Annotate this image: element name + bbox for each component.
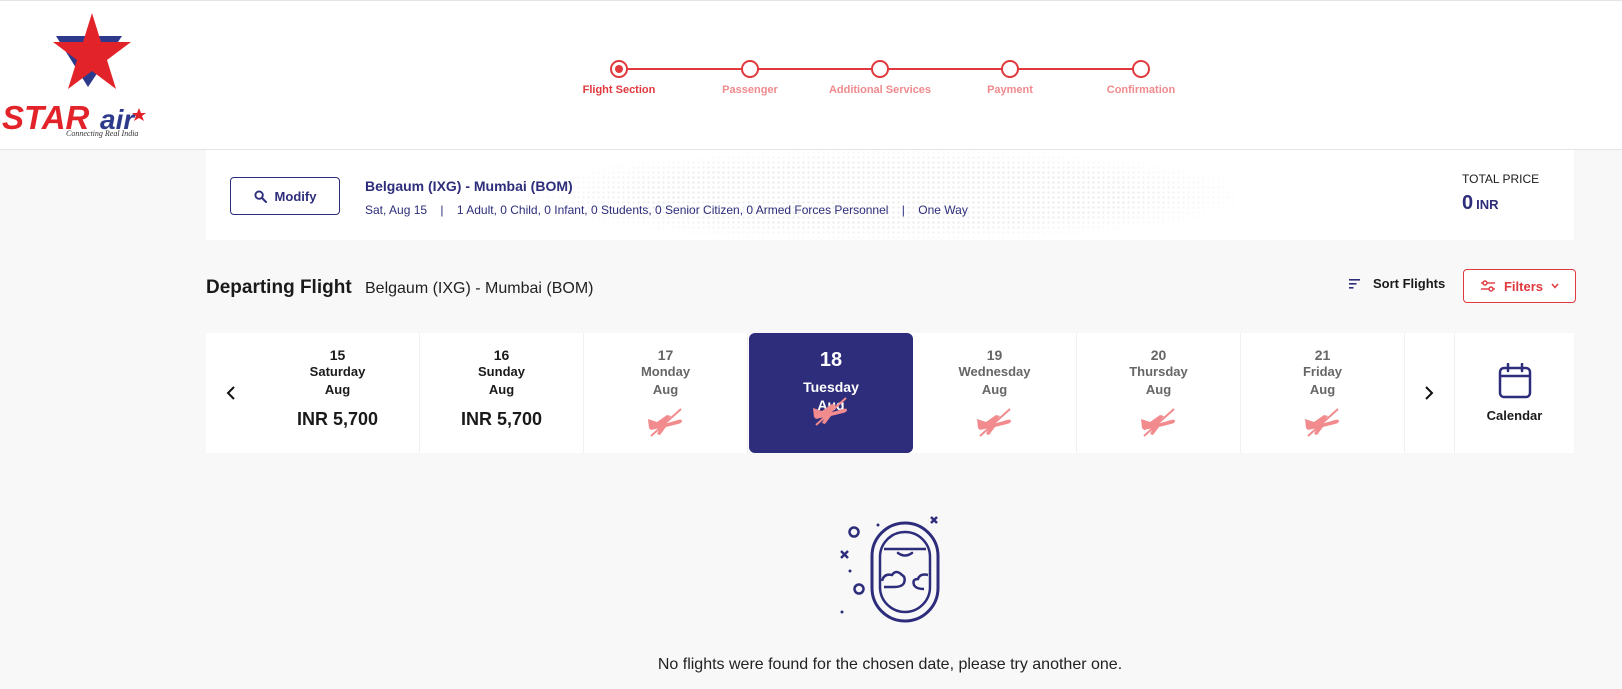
no-flight-plane-icon bbox=[584, 407, 747, 442]
date-card-21[interactable]: 21 Friday Aug bbox=[1241, 333, 1405, 453]
search-trip-type: One Way bbox=[918, 203, 968, 217]
booking-stepper: Flight Section Passenger Additional Serv… bbox=[560, 57, 1200, 107]
no-flights-message: No flights were found for the chosen dat… bbox=[657, 656, 1123, 673]
chevron-right-icon bbox=[1425, 386, 1434, 400]
site-header: STAR air Connecting Real India Flight Se… bbox=[0, 0, 1622, 150]
search-route-details: Sat, Aug 15 | 1 Adult, 0 Child, 0 Infant… bbox=[365, 203, 968, 217]
prev-dates-button[interactable] bbox=[206, 333, 256, 453]
separator: | bbox=[440, 203, 444, 217]
date-weekday: Wednesday bbox=[958, 364, 1031, 379]
calendar-button[interactable]: Calendar bbox=[1454, 333, 1574, 453]
date-day: 19 bbox=[986, 347, 1003, 363]
step-label: Flight Section bbox=[582, 84, 656, 96]
date-card-18[interactable]: 18 Tuesday Aug bbox=[749, 333, 913, 453]
departing-flight-title: Departing Flight bbox=[206, 277, 352, 298]
step-dot bbox=[871, 60, 889, 78]
no-flight-plane-icon bbox=[749, 396, 913, 431]
date-weekday: Saturday bbox=[309, 364, 366, 379]
sliders-icon bbox=[1480, 280, 1495, 292]
date-day: 16 bbox=[493, 347, 510, 363]
date-month: Aug bbox=[1145, 382, 1172, 397]
filters-button[interactable]: Filters bbox=[1463, 269, 1576, 303]
date-day: 15 bbox=[329, 347, 346, 363]
step-additional-services[interactable]: Additional Services bbox=[810, 57, 950, 96]
date-card-15[interactable]: 15 Saturday Aug INR 5,700 bbox=[256, 333, 420, 453]
filters-label: Filters bbox=[1503, 278, 1543, 294]
date-card-16[interactable]: 16 Sunday Aug INR 5,700 bbox=[420, 333, 584, 453]
world-map-background bbox=[536, 150, 1236, 240]
step-dot bbox=[1132, 60, 1150, 78]
date-card-17[interactable]: 17 Monday Aug bbox=[584, 333, 748, 453]
no-flight-plane-icon bbox=[1241, 407, 1404, 442]
date-day: 21 bbox=[1314, 347, 1331, 363]
date-month: Aug bbox=[488, 382, 515, 397]
date-weekday: Monday bbox=[640, 364, 691, 379]
calendar-label: Calendar bbox=[1486, 408, 1543, 423]
sort-flights-label: Sort Flights bbox=[1373, 276, 1446, 291]
search-passengers: 1 Adult, 0 Child, 0 Infant, 0 Students, … bbox=[456, 203, 889, 217]
date-weekday: Thursday bbox=[1129, 364, 1188, 379]
date-day: 17 bbox=[657, 347, 674, 363]
step-confirmation[interactable]: Confirmation bbox=[1071, 57, 1211, 96]
star-air-logo[interactable]: STAR air bbox=[0, 11, 180, 146]
search-date: Sat, Aug 15 bbox=[365, 203, 428, 217]
date-price: INR 5,700 bbox=[296, 409, 379, 429]
total-price-value: 0 INR bbox=[1462, 192, 1499, 215]
sort-flights-button[interactable]: Sort Flights bbox=[1349, 276, 1445, 291]
step-dot bbox=[741, 60, 759, 78]
step-payment[interactable]: Payment bbox=[940, 57, 1080, 96]
date-day: 18 bbox=[819, 349, 843, 371]
step-dot bbox=[610, 60, 628, 78]
date-day: 20 bbox=[1150, 347, 1167, 363]
modify-search-button[interactable]: Modify bbox=[230, 177, 340, 215]
search-icon bbox=[254, 189, 267, 203]
date-price: INR 5,700 bbox=[460, 409, 543, 429]
step-label: Passenger bbox=[722, 84, 778, 96]
step-passenger[interactable]: Passenger bbox=[680, 57, 820, 96]
no-flight-plane-icon bbox=[1077, 407, 1240, 442]
no-flight-plane-icon bbox=[913, 407, 1076, 442]
date-card-19[interactable]: 19 Wednesday Aug bbox=[913, 333, 1077, 453]
search-summary-panel: Modify Belgaum (IXG) - Mumbai (BOM) Sat,… bbox=[206, 150, 1574, 240]
step-label: Additional Services bbox=[828, 84, 932, 96]
next-dates-button[interactable] bbox=[1404, 333, 1454, 453]
total-price-currency: INR bbox=[1476, 197, 1499, 212]
chevron-left-icon bbox=[226, 386, 235, 400]
date-month: Aug bbox=[981, 382, 1008, 397]
airplane-window-icon bbox=[836, 515, 946, 630]
date-month: Aug bbox=[652, 382, 679, 397]
date-weekday: Tuesday bbox=[803, 379, 859, 395]
search-route-title: Belgaum (IXG) - Mumbai (BOM) bbox=[365, 178, 573, 194]
separator: | bbox=[901, 203, 905, 217]
step-label: Confirmation bbox=[1106, 84, 1176, 96]
date-weekday: Sunday bbox=[478, 364, 525, 379]
date-month: Aug bbox=[1309, 382, 1336, 397]
date-selector-strip: 15 Saturday Aug INR 5,700 16 Sunday Aug … bbox=[206, 333, 1574, 453]
logo-mark: STAR air bbox=[2, 13, 146, 136]
total-price-label: TOTAL PRICE bbox=[1462, 172, 1540, 186]
step-flight-section[interactable]: Flight Section bbox=[549, 57, 689, 96]
total-price-amount: 0 bbox=[1462, 192, 1474, 214]
calendar-icon bbox=[1498, 362, 1531, 399]
departing-flight-route: Belgaum (IXG) - Mumbai (BOM) bbox=[365, 280, 594, 297]
sort-icon bbox=[1349, 278, 1360, 289]
date-card-20[interactable]: 20 Thursday Aug bbox=[1077, 333, 1241, 453]
chevron-down-icon bbox=[1551, 283, 1559, 289]
modify-label: Modify bbox=[274, 188, 317, 204]
logo-tagline: Connecting Real India bbox=[66, 129, 139, 138]
step-dot bbox=[1001, 60, 1019, 78]
step-label: Payment bbox=[987, 84, 1033, 96]
date-weekday: Friday bbox=[1302, 364, 1342, 379]
date-month: Aug bbox=[324, 382, 351, 397]
